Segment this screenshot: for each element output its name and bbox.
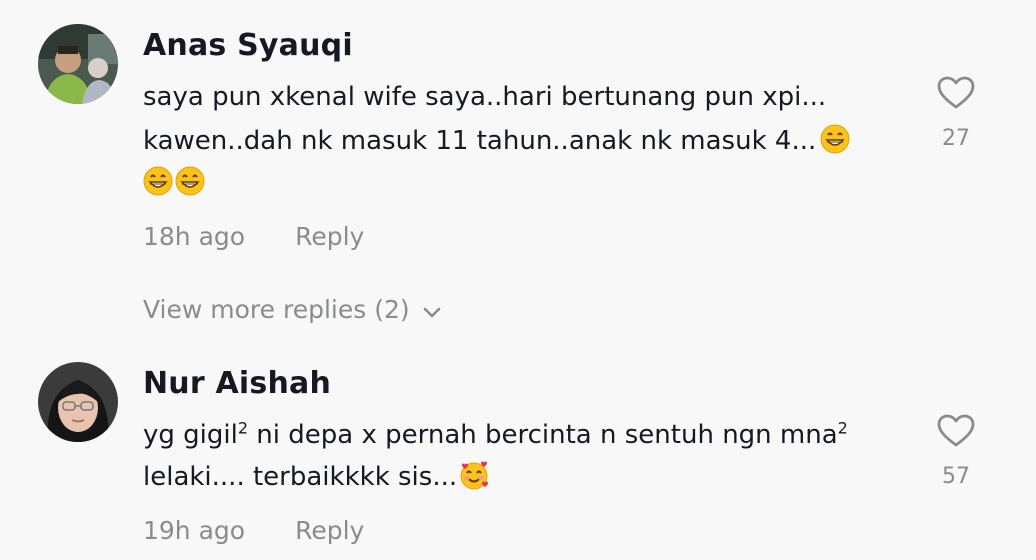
like-count: 27 xyxy=(942,126,970,151)
chevron-down-icon xyxy=(423,307,440,318)
grinning-emoji-icon xyxy=(175,166,205,196)
like-button[interactable] xyxy=(936,414,976,452)
comment-text-line: kawen..dah nk masuk 11 tahun..anak nk ma… xyxy=(143,124,850,156)
comment-text-segment: ni depa x pernah bercinta n sentuh ngn m… xyxy=(248,420,838,450)
comment-text-line: saya pun xkenal wife saya..hari bertunan… xyxy=(143,82,827,112)
comment-meta: 18h ago Reply xyxy=(143,222,364,251)
like-button[interactable] xyxy=(936,76,976,114)
superscript: 2 xyxy=(837,418,848,438)
avatar[interactable] xyxy=(38,24,118,104)
view-more-label: View more replies (2) xyxy=(143,295,410,324)
smiling-face-with-hearts-icon xyxy=(460,461,489,490)
reply-button[interactable]: Reply xyxy=(295,516,364,545)
avatar[interactable] xyxy=(38,362,118,442)
comment-username[interactable]: Anas Syauqi xyxy=(143,28,353,63)
comment-text-segment: yg gigil xyxy=(143,420,238,450)
comment-text-segment: lelaki.... terbaikkkk sis... xyxy=(143,462,458,492)
comment-emoji-line xyxy=(143,166,205,198)
grinning-emoji-icon xyxy=(820,124,850,154)
reply-button[interactable]: Reply xyxy=(295,222,364,251)
grinning-emoji-icon xyxy=(143,166,173,196)
view-more-replies-button[interactable]: View more replies (2) xyxy=(143,295,442,324)
comment-timestamp: 18h ago xyxy=(143,222,246,251)
like-count: 57 xyxy=(942,464,970,489)
comment-meta: 19h ago Reply xyxy=(143,516,364,545)
comment-text-segment: kawen..dah nk masuk 11 tahun..anak nk ma… xyxy=(143,126,817,156)
heart-icon xyxy=(937,414,975,447)
comment-text-line: lelaki.... terbaikkkk sis... xyxy=(143,460,489,492)
heart-icon xyxy=(937,76,975,109)
superscript: 2 xyxy=(237,418,249,438)
comment-username[interactable]: Nur Aishah xyxy=(143,366,331,401)
comment-timestamp: 19h ago xyxy=(143,516,246,545)
comment-text-line: yg gigil2 ni depa x pernah bercinta n se… xyxy=(143,420,848,450)
